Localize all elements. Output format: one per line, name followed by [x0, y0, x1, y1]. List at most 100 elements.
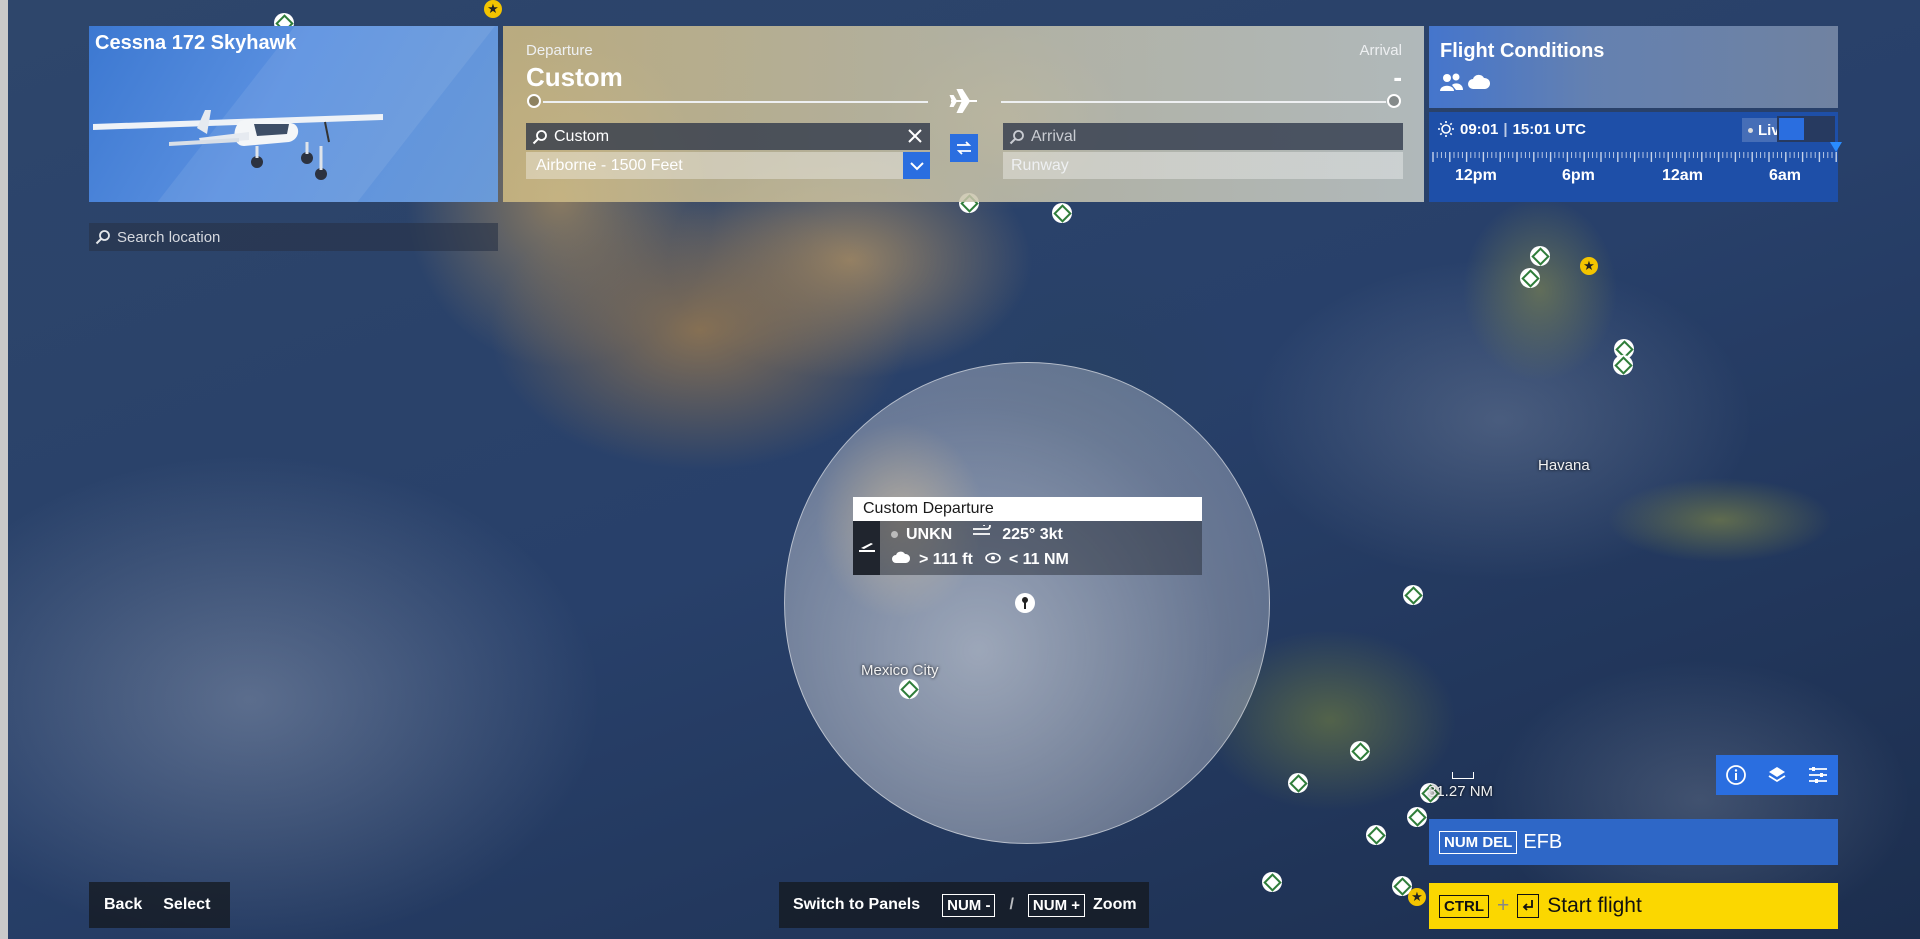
departure-input-value: Custom	[554, 127, 610, 145]
aircraft-card[interactable]: Cessna 172 Skyhawk	[89, 26, 498, 202]
arrival-label: Arrival	[1359, 42, 1402, 59]
time-of-day-bar[interactable]: 09:01 | 15:01 UTC Live 12pm 6pm 12am 6am	[1429, 112, 1842, 202]
start-flight-button[interactable]: CTRL + Start flight	[1429, 883, 1838, 929]
flight-conditions-panel[interactable]: Flight Conditions	[1429, 26, 1838, 108]
time-tick-label: 6pm	[1562, 167, 1595, 184]
runway-icon	[853, 521, 880, 575]
clear-icon[interactable]	[906, 127, 924, 145]
departure-start-select[interactable]: Airborne - 1500 Feet	[526, 152, 930, 179]
departure-search-input[interactable]: Custom	[526, 123, 930, 150]
swap-icon	[956, 141, 972, 155]
map-tools	[1716, 755, 1838, 795]
map-scale-label: 31.27 NM	[1428, 783, 1494, 800]
departure-start-value: Airborne - 1500 Feet	[536, 156, 683, 174]
favorite-star-icon[interactable]: ★	[1408, 888, 1426, 906]
airport-pin[interactable]	[1366, 825, 1386, 845]
airport-pin[interactable]	[899, 679, 919, 699]
search-icon	[1009, 129, 1025, 145]
station-code: UNKN	[906, 525, 953, 543]
aircraft-icon	[93, 110, 383, 180]
window-edge	[0, 0, 8, 939]
layers-button[interactable]	[1757, 755, 1798, 795]
back-button[interactable]: Back	[104, 896, 142, 914]
arrival-search-input[interactable]: Arrival	[1003, 123, 1403, 150]
status-dot-icon	[891, 531, 898, 538]
info-icon	[1726, 765, 1747, 785]
cloud-icon	[891, 551, 911, 569]
efb-label: EFB	[1523, 830, 1563, 853]
airport-pin[interactable]	[1262, 872, 1282, 892]
swap-route-button[interactable]	[950, 134, 978, 162]
live-toggle[interactable]	[1777, 116, 1835, 142]
bottom-left-bar: Back Select	[89, 882, 230, 928]
time-readout: 09:01 | 15:01 UTC	[1437, 120, 1586, 138]
wind-value: 225° 3kt	[1002, 525, 1063, 543]
airport-pin[interactable]	[1407, 807, 1427, 827]
airplane-icon	[949, 89, 977, 113]
bottom-center-bar: Switch to Panels NUM - / NUM + Zoom	[779, 882, 1149, 928]
flight-conditions-title: Flight Conditions	[1440, 40, 1605, 62]
search-location-input[interactable]: Search location	[89, 223, 498, 251]
select-button[interactable]: Select	[163, 896, 210, 914]
live-toggle-knob	[1779, 118, 1804, 140]
local-time: 09:01	[1460, 120, 1499, 138]
efb-button[interactable]: NUM DEL EFB	[1429, 819, 1838, 865]
start-flight-label: Start flight	[1547, 894, 1642, 917]
efb-key: NUM DEL	[1439, 830, 1518, 854]
departure-info-popup[interactable]: Custom Departure UNKN 225° 3kt > 111 ft …	[853, 497, 1202, 575]
num-minus-key: NUM -	[942, 893, 996, 917]
num-plus-key: NUM +	[1027, 893, 1086, 917]
favorite-star-icon[interactable]: ★	[1580, 257, 1598, 275]
wind-icon	[972, 522, 994, 544]
visibility-icon	[985, 551, 1001, 569]
time-tick-label: 12am	[1662, 167, 1703, 184]
ctrl-key: CTRL	[1439, 894, 1489, 918]
arrival-point-icon	[1387, 94, 1401, 108]
airport-pin[interactable]	[1530, 246, 1550, 266]
popup-row-weather: > 111 ft < 11 NM	[891, 551, 1069, 569]
time-tick-label: 6am	[1769, 167, 1802, 184]
airport-pin[interactable]	[1288, 773, 1308, 793]
airport-pin[interactable]	[1613, 355, 1633, 375]
layers-icon	[1768, 767, 1786, 783]
chevron-down-icon[interactable]	[903, 152, 930, 179]
arrival-runway-select[interactable]: Runway	[1003, 152, 1403, 179]
flight-plan-panel: Departure Arrival Custom - Custom Airbor…	[503, 26, 1424, 202]
arrival-route-line	[1001, 101, 1386, 103]
departure-route-line	[543, 101, 928, 103]
map-scale: 31.27 NM	[1428, 772, 1493, 800]
arrival-runway-value: Runway	[1011, 156, 1069, 174]
switch-to-panels-button[interactable]: Switch to Panels	[793, 896, 920, 914]
favorite-star-icon[interactable]: ★	[484, 0, 502, 18]
aircraft-name: Cessna 172 Skyhawk	[95, 32, 297, 54]
live-dot-icon	[1747, 127, 1753, 133]
airport-pin[interactable]	[1052, 203, 1072, 223]
city-label-havana: Havana	[1538, 457, 1590, 474]
time-tick-label: 12pm	[1455, 167, 1497, 184]
airport-pin[interactable]	[1520, 268, 1540, 288]
departure-label: Departure	[526, 42, 593, 59]
cloud-icon	[1468, 74, 1491, 89]
slash-separator: /	[1009, 896, 1014, 913]
ceiling-value: > 111 ft	[919, 551, 973, 568]
popup-title: Custom Departure	[853, 497, 1202, 521]
departure-value: Custom	[526, 62, 623, 92]
departure-point-icon	[527, 94, 541, 108]
arrival-placeholder: Arrival	[1031, 127, 1077, 145]
popup-row-station: UNKN 225° 3kt	[891, 522, 1063, 544]
location-marker-icon[interactable]	[1015, 593, 1035, 613]
popup-body: UNKN 225° 3kt > 111 ft < 11 NM	[853, 521, 1202, 575]
airport-pin[interactable]	[1350, 741, 1370, 761]
airport-pin[interactable]	[1403, 585, 1423, 605]
filters-button[interactable]	[1797, 755, 1838, 795]
city-label-mexico-city: Mexico City	[861, 662, 939, 679]
filter-list-icon	[1808, 767, 1827, 783]
search-icon	[95, 229, 111, 245]
scale-bar	[1452, 772, 1474, 779]
info-button[interactable]	[1716, 755, 1757, 795]
search-icon	[532, 129, 548, 145]
zoom-button[interactable]: Zoom	[1093, 896, 1137, 914]
plus-sign: +	[1497, 894, 1510, 917]
time-separator: |	[1503, 120, 1508, 138]
time-slider-handle[interactable]	[1830, 142, 1842, 152]
